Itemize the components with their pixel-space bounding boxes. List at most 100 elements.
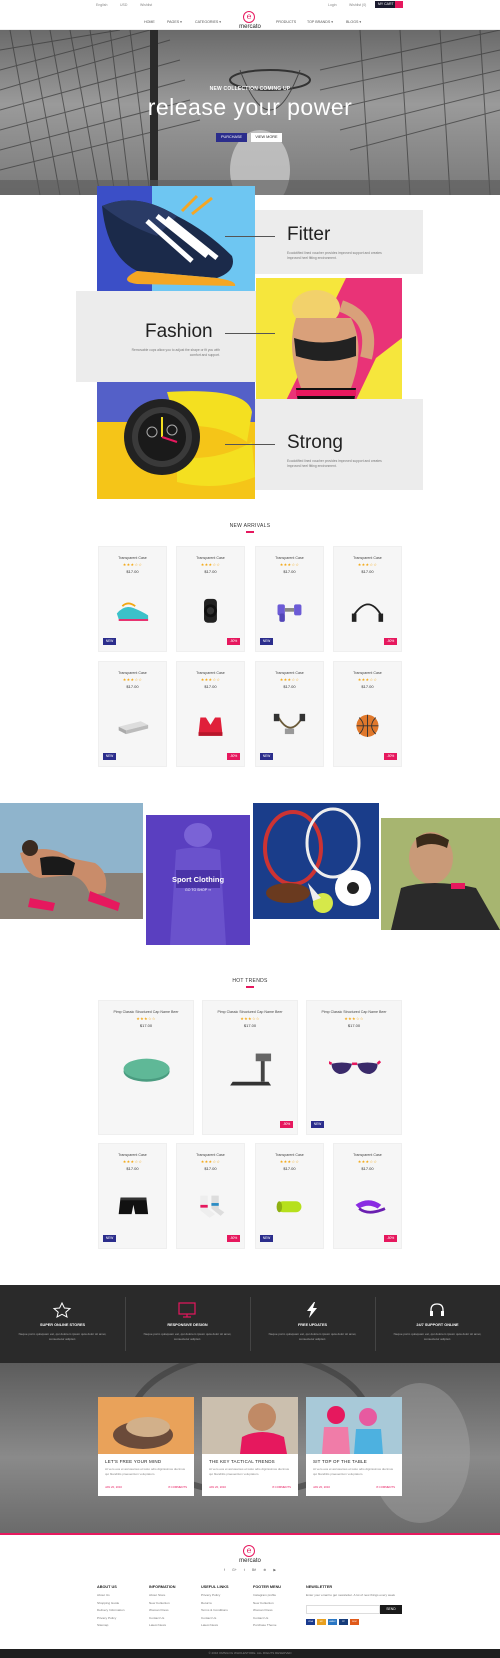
footer-link[interactable]: Sitemap bbox=[97, 1623, 108, 1627]
footer-link[interactable]: Latest News bbox=[149, 1623, 166, 1627]
product-card[interactable]: Transparent Case ★★★☆☆ $17.00 -50% bbox=[176, 661, 245, 767]
product-card[interactable]: Transparent Case ★★★☆☆ $17.00 -50% bbox=[333, 1143, 402, 1249]
sports-balls-photo[interactable] bbox=[253, 803, 379, 919]
blog-title[interactable]: LET'S FREE YOUR MIND bbox=[105, 1459, 161, 1464]
behance-icon[interactable]: Bē bbox=[252, 1568, 256, 1572]
product-card[interactable]: Transparent Case ★★★☆☆ $17.00 NEW bbox=[255, 1143, 324, 1249]
sports-bra-icon[interactable] bbox=[193, 712, 230, 740]
nav-item-top-brands[interactable]: TOP BRANDS ▾ bbox=[307, 20, 333, 24]
footer-link[interactable]: Instagram profile bbox=[253, 1593, 276, 1597]
sunglasses-icon[interactable] bbox=[329, 1051, 381, 1089]
blog-image[interactable] bbox=[202, 1397, 298, 1454]
product-name[interactable]: Transparent Case bbox=[177, 556, 244, 560]
shorts-icon[interactable] bbox=[115, 1192, 152, 1220]
product-name[interactable]: Transparent Case bbox=[334, 556, 401, 560]
product-name[interactable]: Pimp Classic Structured Cap Name Beer bbox=[99, 1010, 193, 1014]
blog-title[interactable]: SIT TOP OF THE TABLE bbox=[313, 1459, 367, 1464]
newsletter-send-button[interactable]: SEND bbox=[380, 1605, 402, 1614]
sneakers-icon[interactable] bbox=[115, 597, 152, 625]
product-card[interactable]: Transparent Case ★★★☆☆ $17.00 NEW bbox=[255, 661, 324, 767]
product-name[interactable]: Pimp Classic Structured Cap Name Beer bbox=[307, 1010, 401, 1014]
visor-cap-icon[interactable] bbox=[350, 1192, 387, 1220]
facebook-icon[interactable]: f bbox=[224, 1568, 225, 1572]
footer-link[interactable]: Privacy Policy bbox=[97, 1616, 116, 1620]
basketball-icon[interactable] bbox=[350, 712, 387, 740]
product-card[interactable]: Transparent Case ★★★☆☆ $17.00 NEW bbox=[98, 546, 167, 652]
product-name[interactable]: Transparent Case bbox=[334, 1153, 401, 1157]
blog-post-1[interactable]: LET'S FREE YOUR MIND At vero eos et accu… bbox=[98, 1397, 194, 1496]
smartwatch-icon[interactable] bbox=[193, 597, 230, 625]
footer-link[interactable]: New Collection bbox=[149, 1601, 170, 1605]
footer-link[interactable]: Returns bbox=[201, 1601, 212, 1605]
footer-link[interactable]: Delivery Information bbox=[97, 1608, 125, 1612]
footer-link[interactable]: Privacy Policy bbox=[201, 1593, 220, 1597]
product-name[interactable]: Transparent Case bbox=[256, 556, 323, 560]
strong-image[interactable] bbox=[97, 382, 255, 499]
treadmill-icon[interactable] bbox=[225, 1051, 276, 1089]
dumbbells-icon[interactable] bbox=[272, 597, 309, 625]
google-plus-icon[interactable]: G+ bbox=[232, 1568, 237, 1572]
fitter-image[interactable] bbox=[97, 186, 255, 303]
language-select[interactable]: English bbox=[96, 3, 107, 7]
blog-title[interactable]: THE KEY TACTICAL TRENDS bbox=[209, 1459, 275, 1464]
nav-item-categories[interactable]: CATEGORIES ▾ bbox=[195, 20, 221, 24]
footer-link[interactable]: About Us bbox=[97, 1593, 110, 1597]
product-name[interactable]: Transparent Case bbox=[99, 556, 166, 560]
blog-post-2[interactable]: THE KEY TACTICAL TRENDS At vero eos et a… bbox=[202, 1397, 298, 1496]
footer-link[interactable]: Woman Dress bbox=[253, 1608, 273, 1612]
product-name[interactable]: Transparent Case bbox=[256, 1153, 323, 1157]
yoga-mat-icon[interactable] bbox=[121, 1051, 172, 1089]
nav-item-home[interactable]: HOME bbox=[144, 20, 155, 24]
product-name[interactable]: Transparent Case bbox=[177, 1153, 244, 1157]
product-card[interactable]: Pimp Classic Structured Cap Name Beer ★★… bbox=[98, 1000, 194, 1135]
footer-link[interactable]: Contact Us bbox=[201, 1616, 216, 1620]
logo-icon[interactable]: e bbox=[243, 11, 255, 23]
product-card[interactable]: Transparent Case ★★★☆☆ $17.00 NEW bbox=[255, 546, 324, 652]
footer-link[interactable]: Purchase Theme bbox=[253, 1623, 277, 1627]
currency-select[interactable]: USD bbox=[120, 3, 127, 7]
view-more-button[interactable]: VIEW MORE bbox=[251, 133, 282, 142]
product-card[interactable]: Transparent Case ★★★☆☆ $17.00 -50% bbox=[176, 1143, 245, 1249]
login-link[interactable]: Login bbox=[328, 3, 337, 7]
twitter-icon[interactable]: t bbox=[244, 1568, 245, 1572]
powerbank-icon[interactable] bbox=[115, 712, 152, 740]
product-name[interactable]: Transparent Case bbox=[256, 671, 323, 675]
resistance-band-icon[interactable] bbox=[272, 712, 309, 740]
nav-item-blogs[interactable]: BLOGS ▾ bbox=[346, 20, 361, 24]
product-card[interactable]: Transparent Case ★★★☆☆ $17.00 -50% bbox=[176, 546, 245, 652]
promo-link[interactable]: GO TO SHOP ➞ bbox=[146, 888, 250, 892]
footer-link[interactable]: Latest News bbox=[201, 1623, 218, 1627]
product-card[interactable]: Transparent Case ★★★☆☆ $17.00 -50% bbox=[333, 661, 402, 767]
purchase-button[interactable]: PURCHASE bbox=[216, 133, 247, 142]
footer-link[interactable]: Shopping Guide bbox=[97, 1601, 119, 1605]
product-card[interactable]: Pimp Classic Structured Cap Name Beer ★★… bbox=[306, 1000, 402, 1135]
product-card[interactable]: Transparent Case ★★★☆☆ $17.00 NEW bbox=[98, 1143, 167, 1249]
blog-comments[interactable]: 8 COMMENTS bbox=[168, 1485, 187, 1489]
footer-link[interactable]: Woman Dress bbox=[149, 1608, 169, 1612]
man-headphones-photo[interactable] bbox=[381, 818, 500, 930]
footer-logo-icon[interactable]: e bbox=[243, 1545, 255, 1557]
nav-item-products[interactable]: PRODUCTS bbox=[276, 20, 296, 24]
blog-comments[interactable]: 8 COMMENTS bbox=[376, 1485, 395, 1489]
product-card[interactable]: Pimp Classic Structured Cap Name Beer ★★… bbox=[202, 1000, 298, 1135]
footer-link[interactable]: Contact Us bbox=[149, 1616, 164, 1620]
footer-link[interactable]: Terms & Conditions bbox=[201, 1608, 228, 1612]
blog-post-3[interactable]: SIT TOP OF THE TABLE At vero eos et accu… bbox=[306, 1397, 402, 1496]
product-card[interactable]: Transparent Case ★★★☆☆ $17.00 -50% bbox=[333, 546, 402, 652]
product-name[interactable]: Transparent Case bbox=[99, 1153, 166, 1157]
jump-rope-icon[interactable] bbox=[350, 597, 387, 625]
dribbble-icon[interactable]: ⊕ bbox=[263, 1568, 266, 1572]
wishlist-count-link[interactable]: Wishlist (0) bbox=[349, 3, 366, 7]
runner-photo[interactable] bbox=[0, 803, 143, 919]
blog-image[interactable] bbox=[306, 1397, 402, 1454]
sport-clothing-promo[interactable]: Sport Clothing GO TO SHOP ➞ bbox=[146, 815, 250, 945]
blog-image[interactable] bbox=[98, 1397, 194, 1454]
product-name[interactable]: Transparent Case bbox=[99, 671, 166, 675]
footer-link[interactable]: Contact Us bbox=[253, 1616, 268, 1620]
footer-link[interactable]: New Collection bbox=[253, 1601, 274, 1605]
newsletter-email-input[interactable] bbox=[306, 1605, 380, 1614]
nav-item-pages[interactable]: PAGES ▾ bbox=[167, 20, 182, 24]
product-card[interactable]: Transparent Case ★★★☆☆ $17.00 NEW bbox=[98, 661, 167, 767]
youtube-icon[interactable]: ▶ bbox=[273, 1568, 276, 1572]
product-name[interactable]: Pimp Classic Structured Cap Name Beer bbox=[203, 1010, 297, 1014]
